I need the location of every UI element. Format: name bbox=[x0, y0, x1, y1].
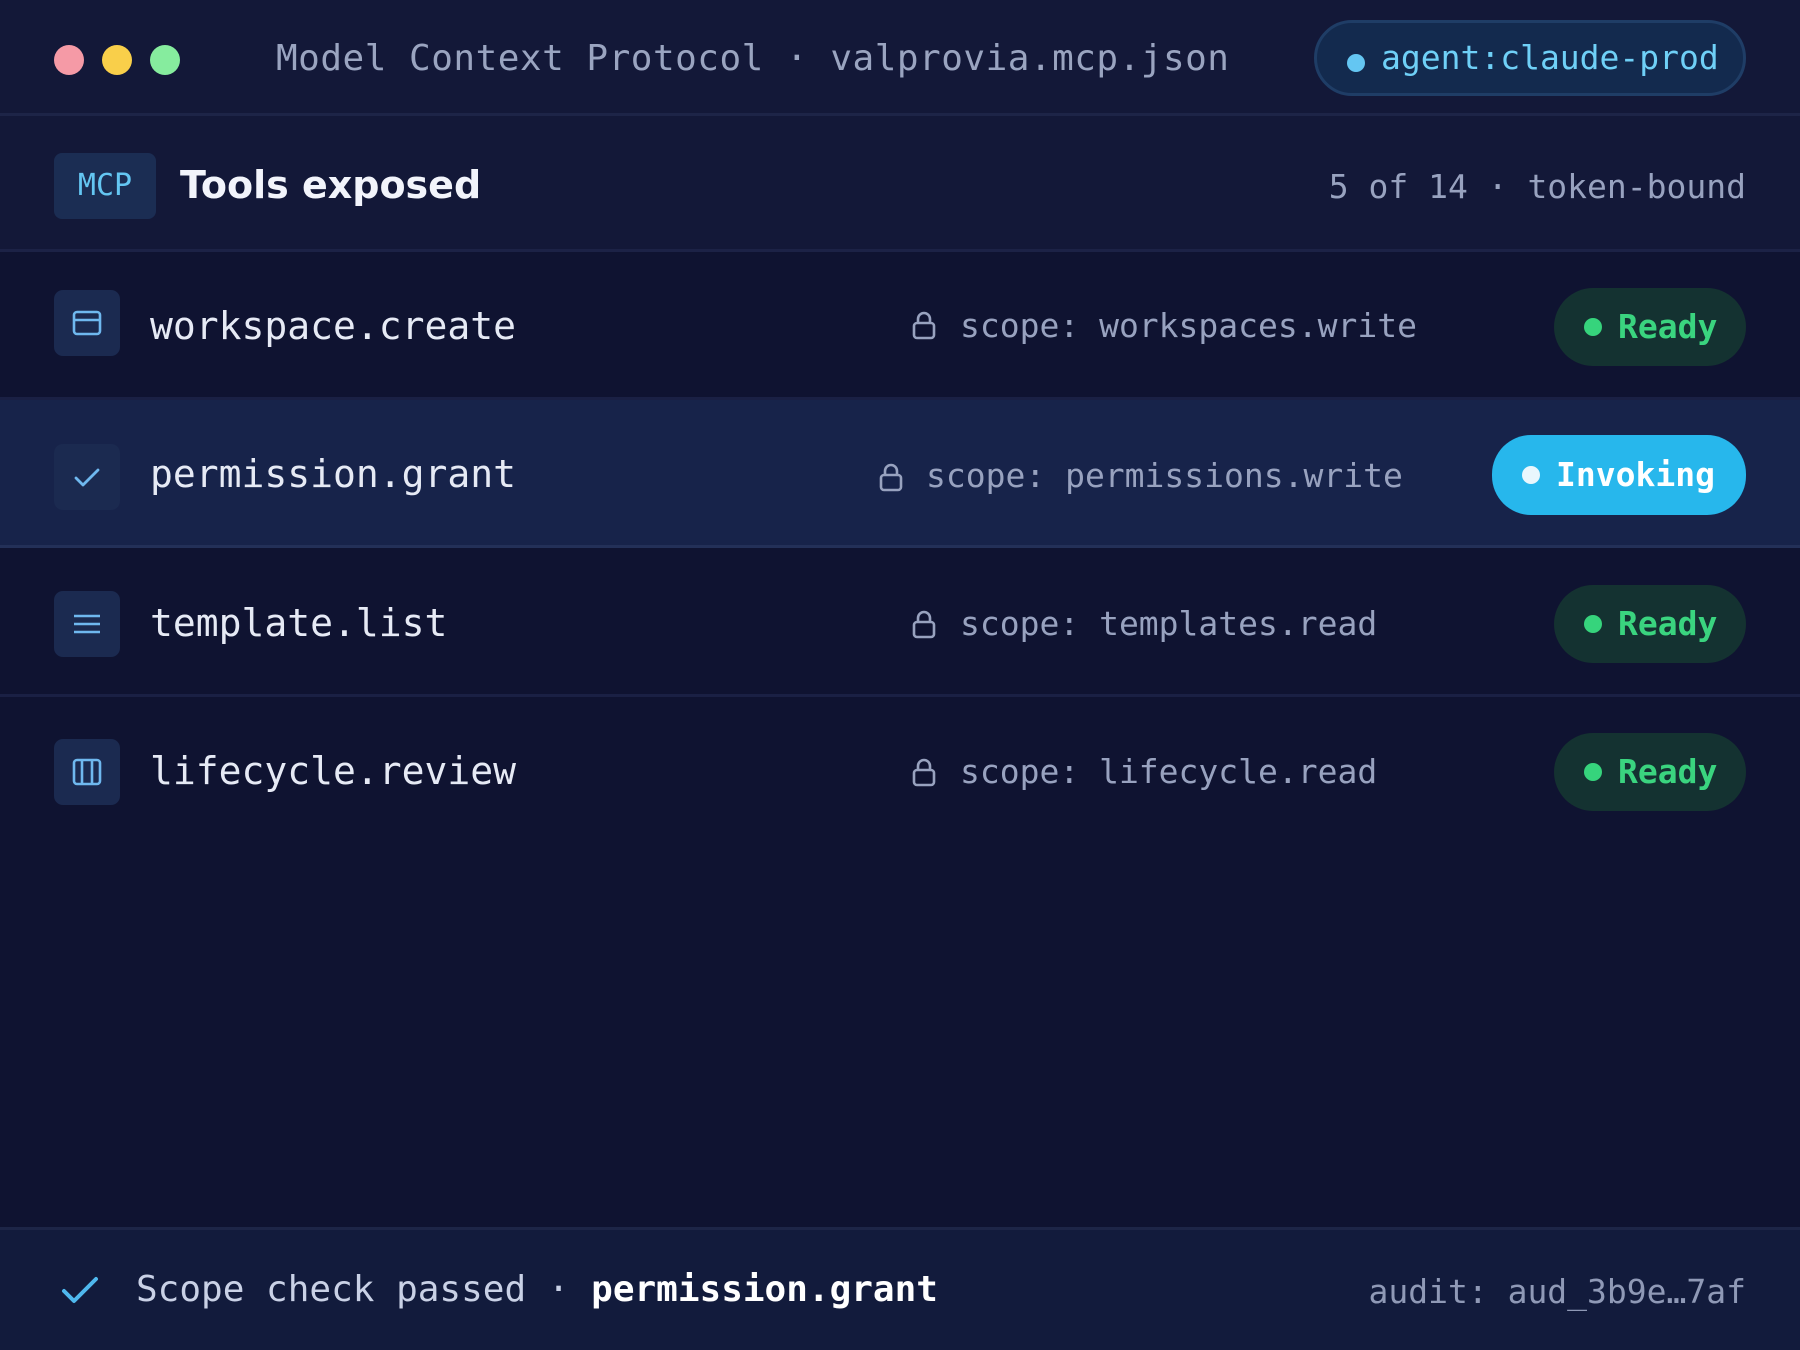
window-title: Model Context Protocol · valprovia.mcp.j… bbox=[276, 38, 1230, 79]
agent-status-dot bbox=[1347, 54, 1365, 72]
tool-name: workspace.create bbox=[150, 304, 517, 348]
tool-scope: scope: lifecycle.read bbox=[960, 752, 1378, 791]
tool-name: permission.grant bbox=[150, 452, 517, 496]
audit-id[interactable]: audit: aud_3b9e…7af bbox=[1369, 1270, 1747, 1314]
check-icon bbox=[62, 1277, 98, 1303]
agent-label: agent:claude-prod bbox=[1381, 38, 1719, 77]
lock-icon bbox=[912, 758, 936, 787]
tool-scope: scope: workspaces.write bbox=[960, 306, 1417, 345]
status-dot bbox=[1584, 763, 1602, 781]
tool-row-permission-grant[interactable]: permission.grant scope: permissions.writ… bbox=[0, 400, 1800, 548]
status-dot bbox=[1584, 615, 1602, 633]
tool-row-workspace-create[interactable]: workspace.create scope: workspaces.write… bbox=[0, 252, 1800, 400]
section-title: Tools exposed bbox=[180, 163, 482, 207]
status-label: Ready bbox=[1618, 752, 1718, 791]
status-label: Ready bbox=[1618, 604, 1718, 643]
title-bar: Model Context Protocol · valprovia.mcp.j… bbox=[0, 0, 1800, 116]
agent-badge[interactable]: agent:claude-prod bbox=[1314, 20, 1746, 96]
status-badge: Invoking bbox=[1492, 435, 1746, 515]
status-badge: Ready bbox=[1554, 585, 1746, 663]
section-header: MCP Tools exposed 5 of 14 · token-bound bbox=[0, 116, 1800, 252]
minimize-window-button[interactable] bbox=[102, 45, 132, 75]
lock-icon bbox=[912, 610, 936, 639]
list-icon bbox=[54, 591, 120, 657]
status-dot bbox=[1584, 318, 1602, 336]
tool-name: template.list bbox=[150, 601, 448, 645]
status-footer: Scope check passed · permission.grant au… bbox=[0, 1227, 1800, 1350]
window-icon bbox=[54, 290, 120, 356]
tool-scope: scope: permissions.write bbox=[926, 456, 1403, 495]
scope-check-tool: permission.grant bbox=[591, 1269, 938, 1310]
scope-check-message: Scope check passed · permission.grant bbox=[136, 1268, 938, 1312]
lock-icon bbox=[912, 311, 936, 340]
maximize-window-button[interactable] bbox=[150, 45, 180, 75]
close-window-button[interactable] bbox=[54, 45, 84, 75]
tool-scope: scope: templates.read bbox=[960, 604, 1378, 643]
lock-icon bbox=[879, 463, 903, 492]
status-badge: Ready bbox=[1554, 733, 1746, 811]
scope-check-label: Scope check passed · bbox=[136, 1269, 592, 1310]
status-label: Ready bbox=[1618, 307, 1718, 346]
status-dot bbox=[1522, 466, 1540, 484]
status-label: Invoking bbox=[1556, 455, 1715, 494]
tool-name: lifecycle.review bbox=[150, 749, 517, 793]
status-badge: Ready bbox=[1554, 288, 1746, 366]
columns-icon bbox=[54, 739, 120, 805]
tool-row-lifecycle-review[interactable]: lifecycle.review scope: lifecycle.read R… bbox=[0, 697, 1800, 845]
tool-row-template-list[interactable]: template.list scope: templates.read Read… bbox=[0, 549, 1800, 697]
check-icon bbox=[54, 444, 120, 510]
tool-count: 5 of 14 · token-bound bbox=[1328, 167, 1746, 206]
mcp-badge: MCP bbox=[54, 153, 156, 219]
